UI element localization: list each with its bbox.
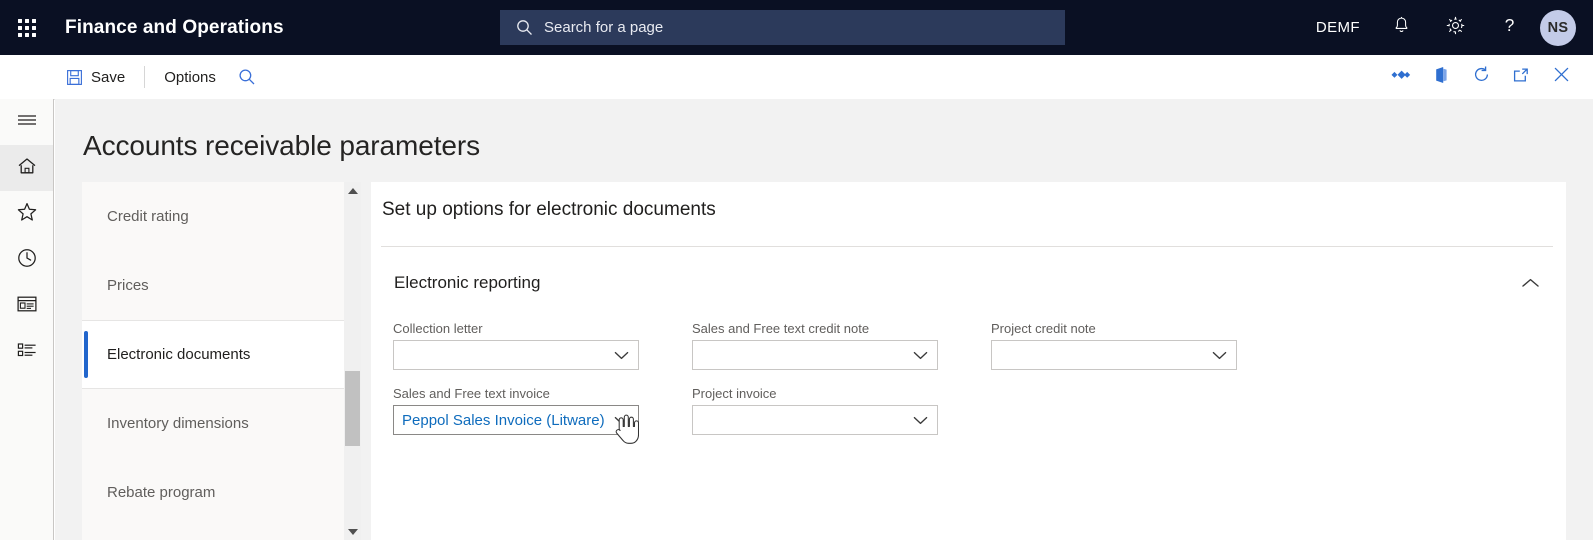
chevron-down-icon[interactable]: [1212, 341, 1227, 369]
bell-icon: [1392, 16, 1411, 40]
field-label: Sales and Free text invoice: [393, 386, 550, 401]
save-button[interactable]: Save: [55, 62, 136, 92]
sales-free-text-credit-note-combobox[interactable]: [692, 340, 938, 370]
sidebar-item-workspaces[interactable]: [0, 283, 53, 329]
page-content-area: Accounts receivable parameters Credit ra…: [55, 99, 1593, 540]
favorites-star-icon: [16, 201, 38, 228]
chevron-down-icon[interactable]: [913, 406, 928, 434]
electronic-documents-panel: Set up options for electronic documents …: [371, 182, 1566, 540]
scrollbar-thumb[interactable]: [345, 371, 360, 446]
field-project-credit-note: Project credit note: [991, 321, 1237, 370]
app-title[interactable]: Finance and Operations: [65, 17, 284, 39]
command-divider: [144, 66, 146, 88]
field-sales-free-text-invoice: Sales and Free text invoice Peppol Sales…: [393, 386, 639, 435]
hamburger-menu-button[interactable]: [0, 99, 53, 145]
parameters-tab-list: Credit rating Prices Electronic document…: [82, 182, 344, 540]
tab-label: Inventory dimensions: [107, 415, 249, 432]
sidebar-item-home[interactable]: [0, 145, 53, 191]
collection-letter-combobox[interactable]: [393, 340, 639, 370]
page-title: Accounts receivable parameters: [83, 130, 480, 161]
refresh-button[interactable]: [1461, 60, 1501, 94]
scroll-up-arrow-icon: [347, 187, 358, 194]
scroll-up-button[interactable]: [344, 182, 361, 199]
tab-inventory-dimensions[interactable]: Inventory dimensions: [82, 389, 344, 458]
notifications-button[interactable]: [1374, 0, 1428, 55]
gear-icon: [1445, 15, 1466, 41]
hamburger-menu-icon: [16, 112, 38, 133]
tab-label: Electronic documents: [107, 346, 251, 363]
refresh-icon: [1472, 65, 1491, 89]
left-navigation-rail: [0, 99, 54, 540]
electronic-reporting-section-header[interactable]: Electronic reporting: [381, 262, 1556, 304]
field-label: Project credit note: [991, 321, 1096, 336]
field-project-invoice: Project invoice: [692, 386, 938, 435]
scroll-down-button[interactable]: [344, 523, 361, 540]
close-button[interactable]: [1541, 60, 1581, 94]
user-avatar[interactable]: NS: [1540, 9, 1576, 46]
tab-label: Rebate program: [107, 484, 216, 501]
tab-credit-rating[interactable]: Credit rating: [82, 182, 344, 251]
modules-list-icon: [16, 340, 38, 365]
scroll-down-arrow-icon: [347, 528, 358, 535]
command-bar-right: [1381, 55, 1581, 99]
sales-free-text-invoice-value: Peppol Sales Invoice (Litware): [402, 411, 605, 429]
office-integration-icon: [1432, 66, 1450, 89]
field-label: Project invoice: [692, 386, 777, 401]
field-label: Collection letter: [393, 321, 483, 336]
section-title: Electronic reporting: [394, 273, 541, 292]
command-search-button[interactable]: [227, 62, 267, 92]
app-launcher-button[interactable]: [0, 0, 54, 55]
options-button[interactable]: Options: [153, 62, 227, 92]
panel-title: Set up options for electronic documents: [382, 199, 716, 220]
panel-divider: [381, 246, 1553, 247]
tab-electronic-documents[interactable]: Electronic documents: [82, 320, 344, 389]
sidebar-item-favorites[interactable]: [0, 191, 53, 237]
global-search-box[interactable]: Search for a page: [500, 10, 1065, 45]
search-icon: [516, 19, 533, 36]
app-launcher-icon: [18, 18, 36, 37]
home-icon: [16, 155, 38, 182]
sales-free-text-invoice-combobox[interactable]: Peppol Sales Invoice (Litware): [393, 405, 639, 435]
chevron-up-icon[interactable]: [1521, 277, 1556, 289]
field-label: Sales and Free text credit note: [692, 321, 870, 336]
command-bar-left: Save Options: [55, 55, 267, 99]
workspaces-icon: [16, 294, 38, 319]
options-button-label: Options: [164, 68, 216, 86]
top-bar-right-cluster: DEMF ? NS: [1302, 0, 1593, 55]
command-bar: Save Options: [0, 55, 1593, 100]
project-invoice-combobox[interactable]: [692, 405, 938, 435]
svg-text:?: ?: [1504, 15, 1514, 35]
help-button[interactable]: ?: [1482, 0, 1536, 55]
chevron-down-icon[interactable]: [614, 406, 629, 434]
tab-label: Credit rating: [107, 208, 189, 225]
tab-list-scrollbar[interactable]: [344, 182, 361, 540]
tab-rebate-program[interactable]: Rebate program: [82, 458, 344, 527]
open-in-new-window-icon: [1512, 66, 1530, 89]
office-integration-button[interactable]: [1421, 60, 1461, 94]
close-icon: [1552, 65, 1571, 89]
sidebar-item-recent[interactable]: [0, 237, 53, 283]
open-in-new-window-button[interactable]: [1501, 60, 1541, 94]
save-disk-icon: [66, 69, 83, 86]
question-mark-icon: ?: [1499, 15, 1520, 41]
relationships-button[interactable]: [1381, 60, 1421, 94]
field-sales-free-text-credit-note: Sales and Free text credit note: [692, 321, 938, 370]
search-input[interactable]: Search for a page: [544, 19, 663, 36]
relationships-icon: [1391, 67, 1411, 88]
tab-label: Prices: [107, 277, 149, 294]
chevron-down-icon[interactable]: [913, 341, 928, 369]
settings-button[interactable]: [1428, 0, 1482, 55]
field-collection-letter: Collection letter: [393, 321, 639, 370]
sidebar-item-modules[interactable]: [0, 329, 53, 375]
search-icon: [238, 68, 256, 86]
top-navigation-bar: Finance and Operations Search for a page…: [0, 0, 1593, 55]
save-button-label: Save: [91, 68, 126, 86]
company-selector[interactable]: DEMF: [1302, 19, 1374, 36]
recent-clock-icon: [16, 247, 38, 274]
chevron-down-icon[interactable]: [614, 341, 629, 369]
project-credit-note-combobox[interactable]: [991, 340, 1237, 370]
tab-prices[interactable]: Prices: [82, 251, 344, 320]
